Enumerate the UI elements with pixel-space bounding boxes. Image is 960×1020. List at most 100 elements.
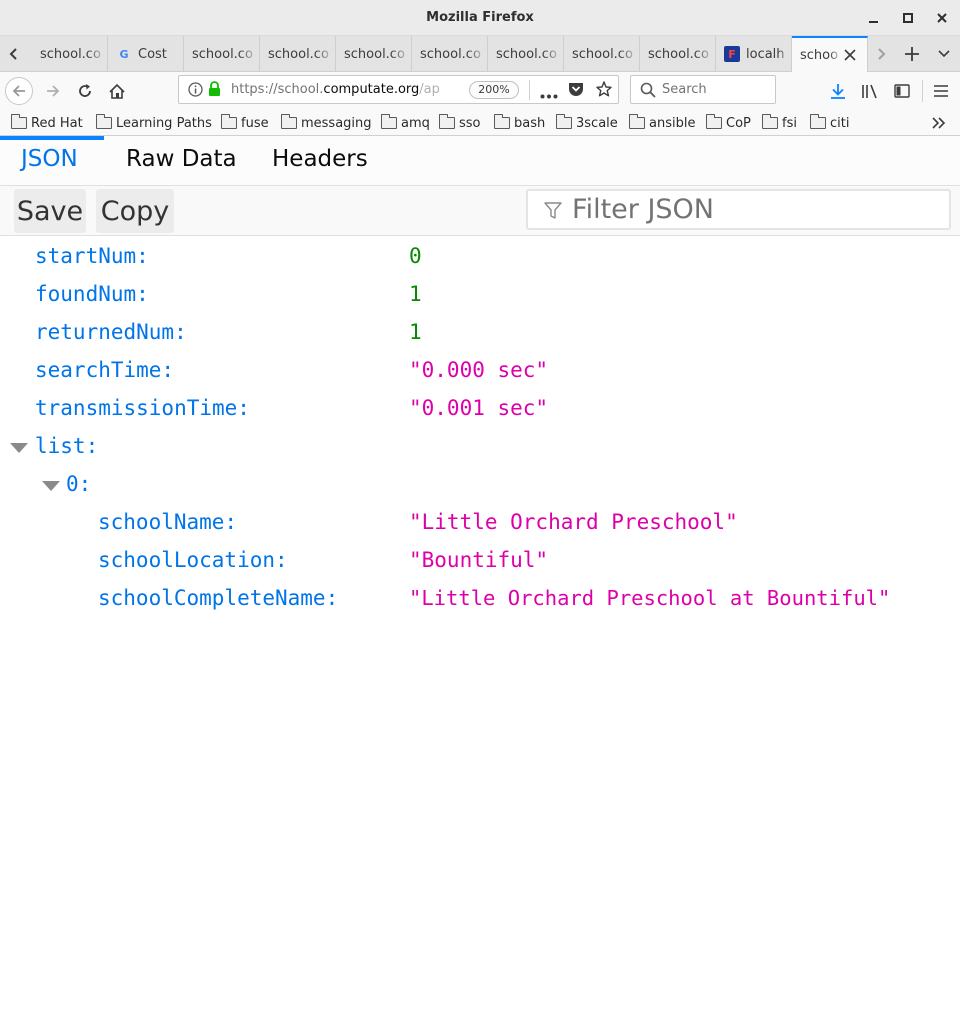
- filter-json-input[interactable]: Filter JSON: [526, 189, 951, 230]
- maximize-icon[interactable]: [899, 9, 917, 27]
- reload-icon[interactable]: [71, 77, 99, 105]
- bookmark-folder-fsi[interactable]: fsi: [762, 113, 797, 133]
- json-key: schoolName:: [98, 510, 238, 534]
- bookmark-label: fsi: [782, 115, 797, 131]
- bookmark-label: Learning Paths: [116, 115, 212, 131]
- more-bookmarks-icon[interactable]: [931, 113, 947, 133]
- browser-tab[interactable]: school.co: [336, 36, 412, 72]
- json-value: "0.001 sec": [409, 396, 549, 420]
- bookmark-label: Red Hat: [31, 115, 83, 131]
- bookmark-label: sso: [459, 115, 481, 131]
- bookmark-folder-cop[interactable]: CoP: [706, 113, 751, 133]
- json-row-transmissiontime[interactable]: transmissionTime: "0.001 sec": [0, 390, 960, 428]
- library-icon[interactable]: [856, 77, 884, 105]
- browser-tab-active[interactable]: schoo: [792, 36, 868, 72]
- tab-scroll-left-icon[interactable]: [0, 36, 26, 72]
- json-row-schoollocation[interactable]: schoolLocation: "Bountiful": [0, 542, 960, 580]
- browser-tab[interactable]: school.co: [184, 36, 260, 72]
- url-suffix: /ap: [419, 82, 440, 97]
- bookmark-star-icon[interactable]: [596, 81, 612, 101]
- tab-label: school.co: [344, 46, 405, 62]
- tab-headers[interactable]: Headers: [272, 146, 368, 172]
- pocket-icon[interactable]: [568, 82, 584, 101]
- search-input[interactable]: Search: [630, 75, 776, 104]
- json-value: "0.000 sec": [409, 358, 549, 382]
- tab-label: school.co: [572, 46, 633, 62]
- bookmark-folder-citi[interactable]: citi: [810, 113, 849, 133]
- filter-placeholder: Filter JSON: [572, 194, 715, 225]
- close-tab-icon[interactable]: [844, 49, 856, 65]
- list-all-tabs-icon[interactable]: [931, 36, 957, 72]
- page-actions-icon[interactable]: [540, 88, 558, 103]
- tab-label: school.co: [648, 46, 709, 62]
- close-window-icon[interactable]: [933, 9, 951, 27]
- bookmarks-toolbar: Red Hat Learning Paths fuse messaging am…: [0, 110, 960, 136]
- bookmark-folder-3scale[interactable]: 3scale: [556, 113, 618, 133]
- zoom-level-badge[interactable]: 200%: [469, 81, 519, 99]
- bookmark-folder-amq[interactable]: amq: [381, 113, 430, 133]
- bookmark-folder-red-hat[interactable]: Red Hat: [11, 113, 83, 133]
- home-icon[interactable]: [103, 77, 131, 105]
- bookmark-label: CoP: [726, 115, 751, 131]
- bookmark-folder-learning-paths[interactable]: Learning Paths: [96, 113, 212, 133]
- bookmark-folder-sso[interactable]: sso: [439, 113, 481, 133]
- expand-toggle-icon[interactable]: [10, 443, 28, 453]
- bookmark-label: ansible: [649, 115, 696, 131]
- browser-tab[interactable]: school.co: [640, 36, 716, 72]
- tab-label: school.co: [268, 46, 329, 62]
- browser-tab[interactable]: F localh: [716, 36, 792, 72]
- json-row-list[interactable]: list:: [0, 428, 960, 466]
- folder-icon: [629, 114, 645, 129]
- bookmark-folder-messaging[interactable]: messaging: [281, 113, 372, 133]
- tab-json[interactable]: JSON: [21, 146, 78, 172]
- folder-icon: [281, 114, 297, 129]
- url-bar[interactable]: https://school.computate.org/ap 200%: [178, 75, 619, 104]
- bookmark-label: 3scale: [576, 115, 618, 131]
- lock-icon[interactable]: [208, 81, 221, 101]
- folder-icon: [439, 114, 455, 129]
- copy-button[interactable]: Copy: [96, 189, 174, 233]
- browser-tab[interactable]: school.co: [412, 36, 488, 72]
- window-title: Mozilla Firefox: [426, 10, 534, 25]
- bookmark-label: bash: [514, 115, 546, 131]
- minimize-icon[interactable]: [865, 9, 883, 27]
- browser-tab[interactable]: school.co: [32, 36, 108, 72]
- tab-scroll-right-icon[interactable]: [869, 36, 895, 72]
- tab-label: localh: [746, 46, 785, 62]
- active-tab-indicator: [0, 136, 104, 140]
- browser-tab[interactable]: school.co: [488, 36, 564, 72]
- folder-icon: [221, 114, 237, 129]
- search-placeholder: Search: [662, 82, 707, 97]
- expand-toggle-icon[interactable]: [42, 481, 60, 491]
- tab-label: school.co: [420, 46, 481, 62]
- bookmark-label: citi: [830, 115, 850, 131]
- downloads-icon[interactable]: [824, 77, 852, 105]
- json-value: "Little Orchard Preschool": [409, 510, 738, 534]
- json-row-startnum[interactable]: startNum: 0: [0, 238, 960, 276]
- folder-icon: [556, 114, 572, 129]
- browser-tab[interactable]: school.co: [260, 36, 336, 72]
- app-icon: F: [724, 46, 740, 62]
- hamburger-menu-icon[interactable]: [927, 77, 955, 105]
- forward-icon[interactable]: [39, 77, 67, 105]
- json-row-searchtime[interactable]: searchTime: "0.000 sec": [0, 352, 960, 390]
- browser-tab[interactable]: G Cost: [108, 36, 184, 72]
- bookmark-folder-bash[interactable]: bash: [494, 113, 545, 133]
- browser-tab[interactable]: school.co: [564, 36, 640, 72]
- google-icon: G: [119, 47, 129, 61]
- json-row-returnednum[interactable]: returnedNum: 1: [0, 314, 960, 352]
- new-tab-icon[interactable]: [899, 36, 925, 72]
- bookmark-folder-fuse[interactable]: fuse: [221, 113, 269, 133]
- tab-raw-data[interactable]: Raw Data: [126, 146, 237, 172]
- save-button[interactable]: Save: [14, 189, 86, 233]
- json-row-item-0[interactable]: 0:: [0, 466, 960, 504]
- bookmark-folder-ansible[interactable]: ansible: [629, 113, 695, 133]
- tab-label: school.co: [192, 46, 253, 62]
- json-value: "Little Orchard Preschool at Bountiful": [409, 586, 891, 610]
- json-row-schoolcompletename[interactable]: schoolCompleteName: "Little Orchard Pres…: [0, 580, 960, 618]
- back-icon[interactable]: [5, 77, 33, 105]
- json-row-schoolname[interactable]: schoolName: "Little Orchard Preschool": [0, 504, 960, 542]
- info-icon[interactable]: [188, 82, 203, 101]
- sidebar-icon[interactable]: [888, 77, 916, 105]
- json-row-foundnum[interactable]: foundNum: 1: [0, 276, 960, 314]
